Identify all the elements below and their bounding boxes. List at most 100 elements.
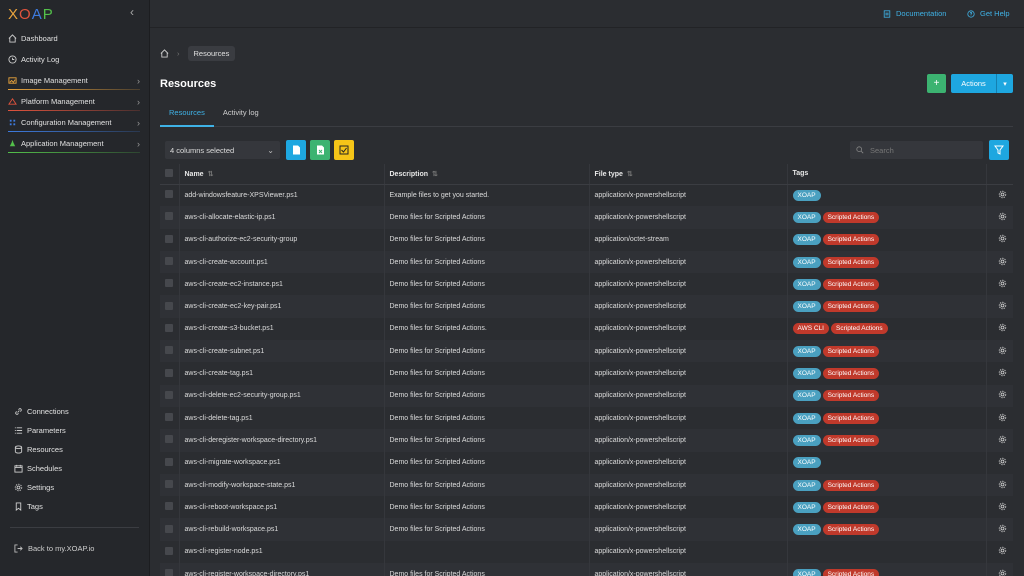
row-checkbox[interactable]	[165, 569, 173, 576]
row-checkbox[interactable]	[165, 502, 173, 511]
sort-icon[interactable]: ⇅	[432, 171, 438, 178]
row-checkbox[interactable]	[165, 457, 173, 466]
actions-button[interactable]: Actions ▾	[951, 74, 1013, 93]
name-cell[interactable]: aws-cli-create-tag.ps1	[179, 362, 385, 385]
row-checkbox[interactable]	[165, 279, 173, 288]
row-settings-button[interactable]	[986, 473, 1013, 497]
name-cell[interactable]: aws-cli-modify-workspace-state.ps1	[179, 473, 385, 497]
table-row[interactable]: aws-cli-delete-ec2-security-group.ps1 Dem…	[160, 384, 1013, 407]
table-row[interactable]: aws-cli-migrate-workspace.ps1 Demo files …	[160, 451, 1013, 474]
name-cell[interactable]: aws-cli-create-subnet.ps1	[179, 340, 385, 363]
collapse-sidebar-button[interactable]: ‹	[130, 5, 134, 19]
sidebar-item-configuration-management[interactable]: Configuration Management ›	[0, 112, 150, 133]
name-cell[interactable]: aws-cli-create-account.ps1	[179, 250, 385, 274]
table-row[interactable]: aws-cli-create-s3-bucket.ps1 Demo files f…	[160, 317, 1013, 341]
sidebar-item-settings[interactable]: Settings	[0, 478, 150, 497]
row-checkbox[interactable]	[165, 301, 173, 310]
name-cell[interactable]: aws-cli-create-ec2-instance.ps1	[179, 273, 385, 296]
row-checkbox[interactable]	[165, 368, 173, 377]
table-row[interactable]: aws-cli-rebuild-workspace.ps1 Demo files …	[160, 518, 1013, 541]
row-settings-button[interactable]	[986, 563, 1013, 576]
row-settings-button[interactable]	[986, 452, 1013, 474]
filter-button[interactable]	[989, 140, 1009, 160]
row-settings-button[interactable]	[986, 295, 1013, 318]
name-cell[interactable]: aws-cli-reboot-workspace.ps1	[179, 496, 385, 519]
row-settings-button[interactable]	[986, 429, 1013, 452]
row-settings-button[interactable]	[986, 362, 1013, 384]
row-checkbox[interactable]	[165, 524, 173, 533]
sidebar-item-image-management[interactable]: Image Management ›	[0, 70, 150, 91]
row-checkbox[interactable]	[165, 413, 173, 422]
table-row[interactable]: aws-cli-modify-workspace-state.ps1 Demo f…	[160, 473, 1013, 497]
name-cell[interactable]: add-windowsfeature-XPSViewer.ps1	[179, 184, 385, 207]
table-row[interactable]: aws-cli-create-account.ps1 Demo files for…	[160, 250, 1013, 274]
sidebar-item-resources[interactable]: Resources	[0, 440, 150, 459]
export-csv-button[interactable]	[286, 140, 306, 160]
tab-resources[interactable]: Resources	[160, 102, 214, 127]
name-cell[interactable]: aws-cli-create-s3-bucket.ps1	[179, 317, 385, 341]
row-checkbox[interactable]	[165, 257, 173, 266]
row-settings-button[interactable]	[986, 273, 1013, 295]
row-checkbox[interactable]	[165, 234, 173, 243]
table-row[interactable]: aws-cli-authorize-ec2-security-group Demo…	[160, 228, 1013, 251]
name-cell[interactable]: aws-cli-rebuild-workspace.ps1	[179, 518, 385, 541]
row-settings-button[interactable]	[986, 496, 1013, 518]
sort-icon[interactable]: ⇅	[208, 171, 214, 178]
row-checkbox[interactable]	[165, 435, 173, 444]
row-settings-button[interactable]	[986, 340, 1013, 363]
sidebar-item-activity-log[interactable]: Activity Log	[0, 49, 150, 70]
sidebar-item-parameters[interactable]: Parameters	[0, 421, 150, 440]
breadcrumb-current[interactable]: Resources	[187, 46, 236, 61]
name-cell[interactable]: aws-cli-register-workspace-directory.ps1	[179, 563, 385, 576]
name-cell[interactable]: aws-cli-allocate-elastic-ip.ps1	[179, 206, 385, 229]
table-row[interactable]: add-windowsfeature-XPSViewer.ps1 Example …	[160, 184, 1013, 207]
row-settings-button[interactable]	[986, 318, 1013, 340]
name-header[interactable]: Name ⇅	[179, 164, 385, 185]
row-settings-button[interactable]	[986, 541, 1013, 563]
sidebar-item-dashboard[interactable]: Dashboard	[0, 28, 150, 49]
table-row[interactable]: aws-cli-create-subnet.ps1 Demo files for …	[160, 340, 1013, 363]
select-all-header[interactable]	[160, 164, 180, 185]
name-cell[interactable]: aws-cli-deregister-workspace-directory.p…	[179, 429, 385, 452]
name-cell[interactable]: aws-cli-delete-ec2-security-group.ps1	[179, 384, 385, 407]
table-row[interactable]: aws-cli-create-ec2-instance.ps1 Demo file…	[160, 273, 1013, 296]
row-checkbox[interactable]	[165, 190, 173, 199]
table-row[interactable]: aws-cli-allocate-elastic-ip.ps1 Demo file…	[160, 206, 1013, 229]
add-resource-button[interactable]: +	[927, 74, 946, 93]
name-cell[interactable]: aws-cli-migrate-workspace.ps1	[179, 451, 385, 474]
documentation-link[interactable]: Documentation	[883, 9, 946, 18]
help-link[interactable]: Get Help	[967, 9, 1010, 18]
file-type-header[interactable]: File type ⇅	[589, 164, 788, 185]
description-header[interactable]: Description ⇅	[384, 164, 590, 185]
table-row[interactable]: aws-cli-reboot-workspace.ps1 Demo files f…	[160, 496, 1013, 519]
row-settings-button[interactable]	[986, 518, 1013, 541]
row-checkbox[interactable]	[165, 346, 173, 355]
name-cell[interactable]: aws-cli-create-ec2-key-pair.ps1	[179, 295, 385, 318]
tab-activity-log[interactable]: Activity log	[214, 102, 268, 127]
row-settings-button[interactable]	[986, 229, 1013, 251]
select-all-button[interactable]	[334, 140, 354, 160]
table-row[interactable]: aws-cli-register-node.ps1 application/x-p…	[160, 540, 1013, 564]
header-checkbox[interactable]	[165, 168, 173, 177]
table-row[interactable]: aws-cli-create-tag.ps1 Demo files for Scr…	[160, 362, 1013, 385]
row-checkbox[interactable]	[165, 323, 173, 332]
row-settings-button[interactable]	[986, 407, 1013, 429]
sidebar-item-application-management[interactable]: Application Management ›	[0, 133, 150, 154]
name-cell[interactable]: aws-cli-authorize-ec2-security-group	[179, 228, 385, 251]
table-row[interactable]: aws-cli-register-workspace-directory.ps1…	[160, 563, 1013, 576]
sidebar-item-connections[interactable]: Connections	[0, 402, 150, 421]
chevron-down-icon[interactable]: ▾	[996, 74, 1013, 93]
row-settings-button[interactable]	[986, 250, 1013, 274]
column-select[interactable]: 4 columns selected ⌄	[165, 141, 280, 159]
sort-icon[interactable]: ⇅	[627, 171, 633, 178]
row-settings-button[interactable]	[986, 206, 1013, 229]
name-cell[interactable]: aws-cli-register-node.ps1	[179, 540, 385, 564]
sidebar-item-tags[interactable]: Tags	[0, 497, 150, 516]
sidebar-item-platform-management[interactable]: Platform Management ›	[0, 91, 150, 112]
row-settings-button[interactable]	[986, 384, 1013, 407]
name-cell[interactable]: aws-cli-delete-tag.ps1	[179, 406, 385, 430]
table-row[interactable]: aws-cli-deregister-workspace-directory.p…	[160, 429, 1013, 452]
back-link[interactable]: Back to my.XOAP.io	[14, 544, 94, 553]
table-row[interactable]: aws-cli-delete-tag.ps1 Demo files for Scr…	[160, 406, 1013, 430]
search-input[interactable]: Search	[850, 141, 983, 159]
